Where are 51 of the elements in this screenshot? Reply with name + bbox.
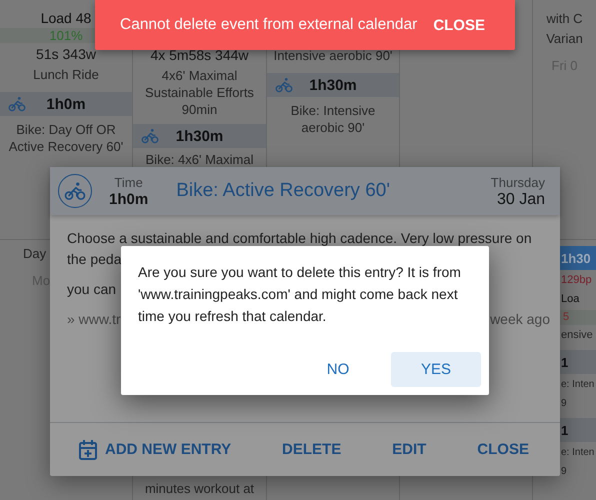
activity-name: Day [22,245,48,262]
duration-text: 1h30m [176,128,224,144]
workout-description: 9 [560,397,568,411]
activity-name: ensive [560,328,594,343]
duration-text: 1h30 [561,250,591,266]
duration-text: 1h30m [309,76,357,94]
bike-icon [8,95,26,113]
weekday-label: Thursday [490,174,545,191]
source-link[interactable]: » www.tr [67,309,121,330]
add-entry-button[interactable]: ADD NEW ENTRY [72,432,238,466]
activity-name: 4x6' Maximal Sustainable Efforts 90min [144,67,255,118]
dialog-action-button[interactable]: DELETE [276,435,348,464]
dialog-action-button[interactable]: CLOSE [471,435,535,464]
interval-stats: 51s 343w [36,46,96,63]
time-label: Time [114,174,143,191]
activity-name: Varian [545,30,584,47]
load-value: Load 48 [40,10,92,27]
snackbar-close-button[interactable]: CLOSE [427,10,491,40]
event-date: 30 Jan [496,191,545,208]
heart-rate: 129bp [560,273,592,288]
description-text: you can [67,280,116,299]
bike-icon [275,76,293,94]
dialog-button[interactable]: NO [310,352,366,387]
load-value: Loa [560,292,580,307]
dialog-action-button[interactable]: EDIT [386,435,432,464]
event-title: Bike: Active Recovery 60' [176,180,391,202]
workout-description: Bike: Day Off OR Active Recovery 60' [8,121,124,155]
duration-text: 1h0m [46,96,86,112]
workout-description: Bike: 4x6' Maximal [144,151,254,168]
activity-name: Lunch Ride [32,66,100,83]
duration-text: 1 [561,354,568,370]
duration-text: 1 [561,422,568,438]
description-text: the peda [67,250,122,269]
confirm-message: Are you sure you want to delete this entry? It is from 'www.trainingpeaks.com' and might come back next time you refresh that calendar. [138,263,462,326]
workout-description: e: Inten [560,446,596,460]
workout-description: e: Inten [560,378,596,392]
bike-icon [64,180,86,202]
activity-name: minutes workout at [144,480,256,497]
interval-stats: 4x 5m58s 344w [150,47,249,64]
dialog-button[interactable]: YES [391,352,481,387]
bike-icon [141,127,159,145]
workout-description: Bike: Intensive aerobic 90' [290,102,376,136]
calendar-plus-icon [78,438,98,460]
description-text: Choose a sustainable and comfortable high cadence. Very low pressure on [67,229,532,248]
workout-bar[interactable]: 1h30m [133,124,266,148]
workout-bar[interactable]: 1h30m [267,73,399,97]
workout-bar[interactable]: 1h0m [0,92,132,116]
workout-description: 9 [560,465,568,479]
activity-name: with C [545,10,584,27]
activity-name: Intensive aerobic 90' [272,47,394,64]
time-value: 1h0m [109,191,148,208]
